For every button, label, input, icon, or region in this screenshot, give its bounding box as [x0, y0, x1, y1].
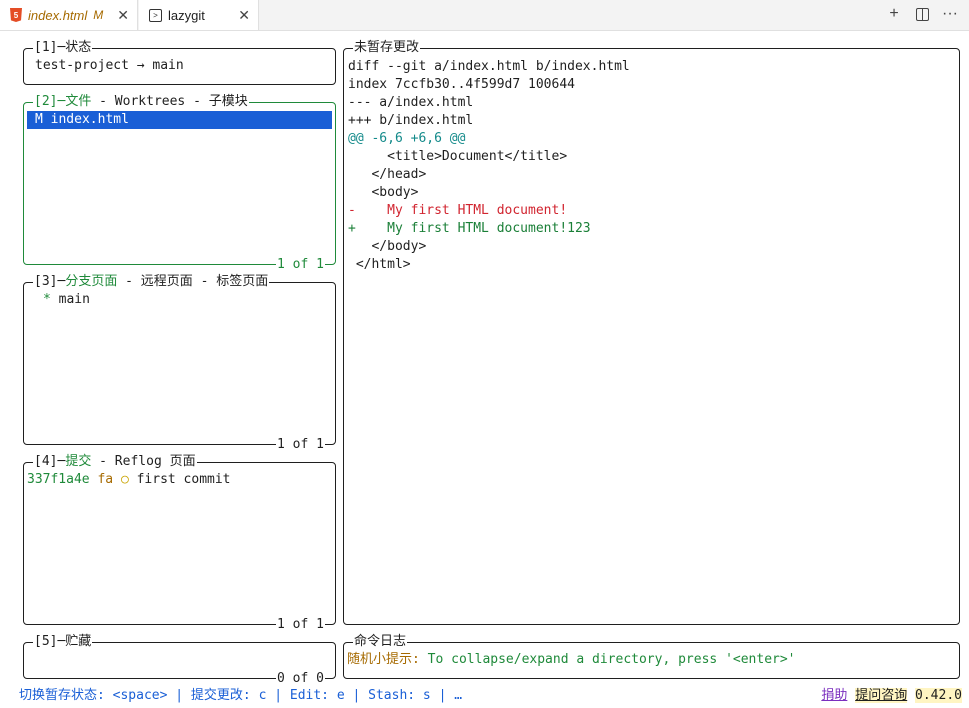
panel-title: [4]─提交 - Reflog 页面	[33, 453, 197, 471]
tab-worktrees-submodules[interactable]: - Worktrees - 子模块	[91, 94, 248, 109]
panel-number: [4]─	[34, 454, 66, 469]
more-actions-icon[interactable]: ···	[941, 5, 959, 23]
diff-line: diff --git a/index.html b/index.html	[348, 59, 630, 74]
modified-indicator: M	[93, 8, 104, 22]
diff-line: <title>Document</title>	[348, 149, 568, 164]
panel-title: [2]─文件 - Worktrees - 子模块	[33, 93, 249, 111]
panel-counter: 1 of 1	[276, 616, 325, 634]
diff-panel[interactable]: 未暂存更改 diff --git a/index.html b/index.ht…	[343, 39, 960, 625]
panel-counter: 0 of 0	[276, 670, 325, 688]
files-panel[interactable]: [2]─文件 - Worktrees - 子模块 M index.html 1 …	[23, 93, 336, 274]
current-branch-marker: *	[43, 292, 51, 307]
tab-reflog[interactable]: - Reflog 页面	[91, 454, 195, 469]
keybinding-hints: 切换暂存状态: <space> | 提交更改: c | Edit: e | St…	[19, 688, 463, 703]
tab-branches[interactable]: 分支页面	[65, 274, 117, 289]
diff-line: index 7ccfb30..4f599d7 100644	[348, 77, 575, 92]
new-terminal-icon[interactable]: +	[885, 5, 903, 23]
commit-row[interactable]: 337f1a4e fa ○ first commit	[27, 471, 231, 489]
tip-label: 随机小提示:	[347, 652, 420, 667]
file-row-selected[interactable]: M index.html	[27, 111, 332, 129]
stash-panel[interactable]: [5]─贮藏 0 of 0	[23, 633, 336, 688]
tab-commits[interactable]: 提交	[65, 454, 91, 469]
keybinding-status-bar: 切换暂存状态: <space> | 提交更改: c | Edit: e | St…	[0, 687, 969, 707]
close-icon[interactable]: ✕	[238, 7, 250, 23]
html5-icon: 5	[10, 8, 22, 22]
close-icon[interactable]: ✕	[117, 7, 129, 23]
panel-title: [1]─状态	[33, 39, 93, 57]
diff-content: diff --git a/index.html b/index.html ind…	[348, 58, 630, 274]
tab-files[interactable]: 文件	[65, 94, 91, 109]
diff-line: --- a/index.html	[348, 95, 474, 110]
diff-line-deleted: - My first HTML document!	[348, 203, 568, 218]
terminal-icon: >	[149, 8, 162, 22]
status-right: 捐助 提问咨询 0.42.0	[821, 687, 962, 705]
panel-title: 未暂存更改	[353, 39, 421, 57]
split-icon	[915, 8, 929, 21]
branch-row[interactable]: * main	[43, 291, 90, 309]
tab-title: lazygit	[168, 7, 205, 23]
panel-counter: 1 of 1	[276, 436, 325, 454]
panel-number: [2]─	[34, 94, 66, 109]
tab-lazygit[interactable]: > lazygit ✕	[139, 0, 259, 30]
tab-title: index.html	[28, 7, 88, 23]
editor-tab-bar: 5 index.html M ✕ > lazygit ✕ + ···	[0, 0, 969, 31]
diff-line-added: + My first HTML document!123	[348, 221, 591, 236]
repo-branch-label: test-project → main	[35, 58, 184, 73]
split-editor-button[interactable]	[913, 5, 931, 23]
tip-line: 随机小提示: To collapse/expand a directory, p…	[347, 651, 796, 669]
command-log-panel[interactable]: 命令日志 随机小提示: To collapse/expand a directo…	[343, 633, 960, 679]
status-panel[interactable]: [1]─状态 test-project → main	[23, 39, 336, 85]
ask-question-link[interactable]: 提问咨询	[855, 688, 908, 703]
panel-title: [5]─贮藏	[33, 633, 93, 651]
file-entry: M index.html	[35, 112, 129, 127]
commit-message: first commit	[136, 472, 231, 487]
branch-name: main	[50, 292, 90, 307]
diff-line: </html>	[348, 257, 411, 272]
donate-link[interactable]: 捐助	[821, 688, 847, 703]
diff-line: +++ b/index.html	[348, 113, 474, 128]
tip-text: To collapse/expand a directory, press '<…	[419, 652, 796, 667]
panel-number: [3]─	[34, 274, 66, 289]
commits-panel[interactable]: [4]─提交 - Reflog 页面 337f1a4e fa ○ first c…	[23, 453, 336, 634]
diff-line: </head>	[348, 167, 427, 182]
commit-author: fa	[97, 472, 114, 487]
panel-title: 命令日志	[353, 633, 408, 651]
editor-actions: + ···	[885, 5, 959, 23]
diff-line: <body>	[348, 185, 419, 200]
diff-hunk-header: @@ -6,6 +6,6 @@	[348, 131, 466, 146]
diff-line: </body>	[348, 239, 427, 254]
branches-panel[interactable]: [3]─分支页面 - 远程页面 - 标签页面 * main 1 of 1	[23, 273, 336, 454]
version-label: 0.42.0	[915, 688, 962, 703]
commit-graph-icon: ○	[120, 472, 129, 487]
commit-hash: 337f1a4e	[27, 472, 90, 487]
tab-remotes-tags[interactable]: - 远程页面 - 标签页面	[117, 274, 268, 289]
tab-index-html[interactable]: 5 index.html M ✕	[0, 0, 138, 30]
panel-title: [3]─分支页面 - 远程页面 - 标签页面	[33, 273, 270, 291]
panel-counter: 1 of 1	[276, 256, 325, 274]
